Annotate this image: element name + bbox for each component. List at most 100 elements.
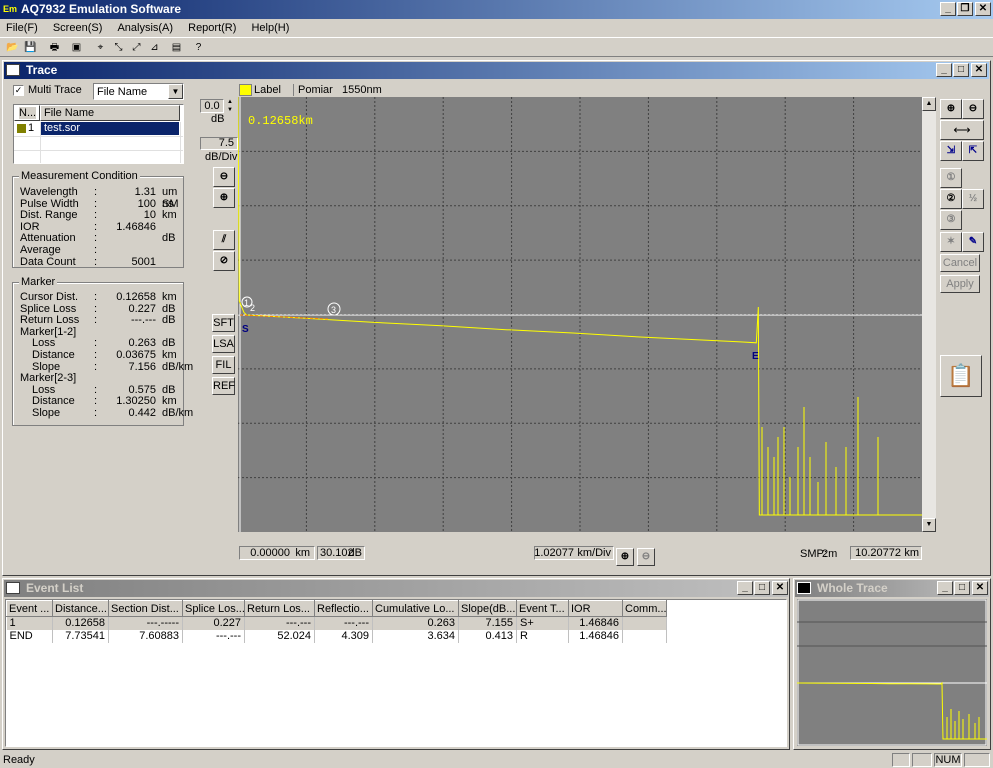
trace-icon[interactable]: ⤡ (110, 40, 127, 55)
marker-icon[interactable]: ⌖ (92, 40, 109, 55)
event-close-button[interactable]: ✕ (772, 581, 788, 595)
event-column-header[interactable]: Slope(dB... (458, 600, 517, 617)
ref-button[interactable]: REF (212, 377, 235, 395)
event-list-icon (6, 582, 20, 594)
measurement-key: Data Count (20, 255, 76, 268)
cancel-button[interactable]: Cancel (940, 254, 980, 272)
whole-minimize-button[interactable]: _ (937, 581, 953, 595)
restore-button[interactable]: ❐ (957, 2, 973, 16)
event-column-header[interactable]: Return Los... (244, 600, 315, 617)
marker-3-label: 3 (331, 305, 336, 315)
report-clipboard-icon[interactable]: 📋 (940, 355, 982, 397)
event-column-header[interactable]: Comm... (622, 600, 667, 617)
file-table-header-n[interactable]: N... (14, 105, 40, 121)
level-field[interactable]: 30.102 dB (317, 546, 365, 560)
chart-scrollbar[interactable]: ▲ ▼ (922, 97, 936, 532)
screen-icon[interactable]: ▣ (68, 40, 85, 55)
minimize-button[interactable]: _ (940, 2, 956, 16)
cursor-off-icon[interactable]: ⊘ (213, 251, 235, 271)
open-icon[interactable]: 📂 (4, 40, 21, 55)
report-icon[interactable]: ▤ (168, 40, 185, 55)
whole-maximize-button[interactable]: □ (954, 581, 970, 595)
event-column-header[interactable]: IOR (568, 600, 623, 617)
print-icon[interactable]: 🖶 (46, 40, 63, 55)
event-cell: 52.024 (244, 629, 315, 643)
shift-left-icon[interactable]: ⇲ (940, 141, 962, 161)
scroll-up-icon[interactable]: ▲ (922, 97, 936, 111)
vscale-offset[interactable]: 0.0 (200, 99, 224, 113)
vscale-div-unit: dB/Div (205, 151, 238, 163)
marker-12-icon[interactable]: ½ (962, 189, 984, 209)
marker-colon: : (94, 360, 98, 373)
marker-value: 0.12658 (116, 291, 156, 303)
save-icon[interactable]: 💾 (22, 40, 39, 55)
start-event-marker[interactable]: S (242, 324, 249, 335)
measurement-key: Wavelength (20, 186, 78, 198)
menu-file[interactable]: File(F) (0, 19, 44, 37)
chevron-down-icon[interactable]: ▼ (168, 84, 183, 99)
table-row[interactable]: 1 0.12658 ---.----- 0.227 ---.--- ---.--- 0.26… (6, 616, 667, 630)
event-minimize-button[interactable]: _ (737, 581, 753, 595)
marker-unit: dB (162, 302, 176, 315)
close-button[interactable]: ✕ (975, 2, 991, 16)
event-column-header[interactable]: Splice Los... (182, 600, 245, 617)
trace-chart[interactable]: 0.12658km 1 2 3 S E (238, 97, 922, 532)
status-bar: Ready NUM (0, 752, 993, 768)
event-column-header[interactable]: Event T... (516, 600, 569, 617)
apply-button[interactable]: Apply (940, 275, 980, 293)
zoom-out-icon[interactable]: ⊖ (962, 99, 984, 119)
trace-close-button[interactable]: ✕ (971, 63, 987, 77)
marker-key: Splice Loss (20, 302, 77, 315)
whole-trace-chart[interactable] (797, 599, 987, 746)
menu-help[interactable]: Help(H) (245, 19, 295, 37)
spin-down-icon[interactable]: ▼ (225, 106, 235, 114)
whole-close-button[interactable]: ✕ (972, 581, 988, 595)
marker-unit: km (162, 395, 177, 408)
trace-maximize-button[interactable]: □ (953, 63, 969, 77)
fil-button[interactable]: FIL (212, 356, 235, 374)
marker-row: Marker[1-2] (20, 326, 180, 338)
event-column-header[interactable]: Distance... (52, 600, 109, 617)
menu-analysis[interactable]: Analysis(A) (111, 19, 179, 37)
event-icon[interactable]: ⊿ (146, 40, 163, 55)
event-column-header[interactable]: Cumulative Lo... (372, 600, 459, 617)
zoom-in-vertical-icon[interactable]: ⊕ (213, 188, 235, 208)
marker-2-button-icon[interactable]: ② (940, 189, 962, 209)
cursor-tool-icon[interactable]: ⫽ (213, 230, 235, 250)
measurement-colon: : (94, 255, 98, 268)
end-event-marker[interactable]: E (752, 351, 759, 362)
end-distance-field[interactable]: 10.20772 km (850, 546, 922, 560)
marker-3-button-icon[interactable]: ③ (940, 210, 962, 230)
measurement-value: 10 (143, 209, 156, 222)
start-distance-field[interactable]: 0.00000 km (239, 546, 315, 560)
lsa-button[interactable]: LSA (212, 335, 235, 353)
marker-value: 0.442 (128, 407, 156, 419)
help-icon[interactable]: ? (190, 40, 207, 55)
zoom-in-icon[interactable]: ⊕ (940, 99, 962, 119)
event-column-header[interactable]: Section Dist... (108, 600, 183, 617)
menu-screen[interactable]: Screen(S) (47, 19, 109, 37)
file-table-header-name[interactable]: File Name (40, 105, 180, 121)
event-add-icon[interactable]: ✶ (940, 232, 962, 252)
full-scale-icon[interactable]: ⟷ (940, 120, 984, 140)
trace-minimize-button[interactable]: _ (936, 63, 952, 77)
event-edit-icon[interactable]: ✎ (962, 232, 984, 252)
file-name-select[interactable]: File Name ▼ (93, 83, 184, 100)
scroll-down-icon[interactable]: ▼ (922, 518, 936, 532)
event-maximize-button[interactable]: □ (754, 581, 770, 595)
menu-report[interactable]: Report(R) (182, 19, 242, 37)
event-column-header[interactable]: Reflectio... (314, 600, 373, 617)
multi-trace-checkbox[interactable]: ✓ (13, 85, 24, 96)
shift-right-icon[interactable]: ⇱ (962, 141, 984, 161)
spin-up-icon[interactable]: ▲ (225, 98, 235, 106)
hzoom-out-icon[interactable]: ⊖ (637, 548, 655, 566)
event-column-header[interactable]: Event ... (6, 600, 53, 617)
marker-1-button-icon[interactable]: ① (940, 168, 962, 188)
zoom-out-vertical-icon[interactable]: ⊖ (213, 167, 235, 187)
vscale-div[interactable]: 7.5 (200, 137, 238, 150)
hzoom-in-icon[interactable]: ⊕ (616, 548, 634, 566)
sft-button[interactable]: SFT (212, 314, 235, 332)
hscale-field[interactable]: 1.02077 km/Div (534, 546, 614, 560)
analysis-icon[interactable]: ⤢ (128, 40, 145, 55)
table-row[interactable]: END 7.73541 7.60883 ---.--- 52.024 4.309 3.634… (6, 629, 667, 643)
